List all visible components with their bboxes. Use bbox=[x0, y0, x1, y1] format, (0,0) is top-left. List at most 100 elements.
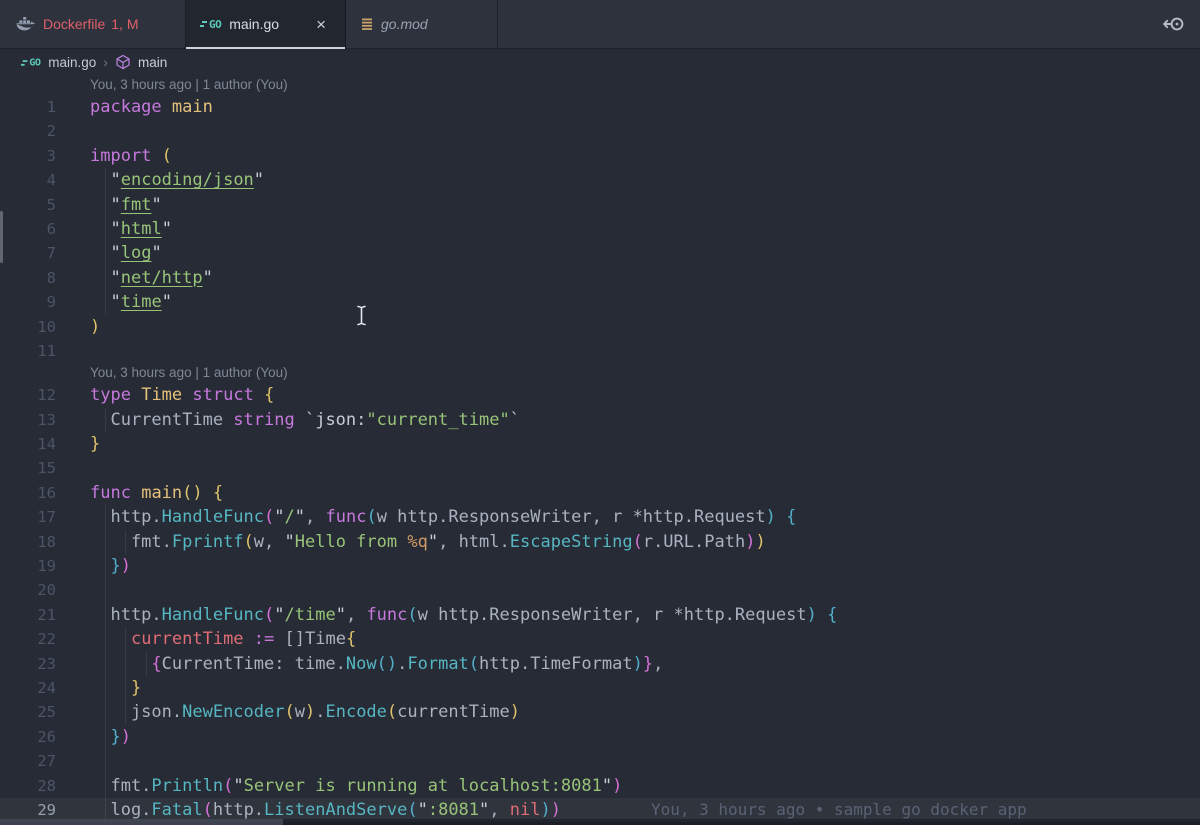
line-number[interactable]: 27 bbox=[0, 749, 72, 773]
code-line[interactable]: 28 fmt.Println("Server is running at loc… bbox=[0, 774, 1200, 798]
code-token: json. bbox=[90, 702, 182, 722]
code-token: func bbox=[366, 605, 407, 625]
line-number[interactable]: 13 bbox=[0, 408, 72, 432]
code-line[interactable]: 7 "log" bbox=[0, 241, 1200, 265]
code-line[interactable]: 14} bbox=[0, 432, 1200, 456]
code-line[interactable]: 2 bbox=[0, 119, 1200, 143]
line-number[interactable]: 22 bbox=[0, 627, 72, 651]
line-content: fmt.Fprintf(w, "Hello from %q", html.Esc… bbox=[72, 530, 1200, 554]
code-line[interactable]: 8 "net/http" bbox=[0, 266, 1200, 290]
code-line[interactable]: 23 {CurrentTime: time.Now().Format(http.… bbox=[0, 652, 1200, 676]
code-line[interactable]: 19 }) bbox=[0, 554, 1200, 578]
code-line[interactable]: 3import ( bbox=[0, 144, 1200, 168]
code-line[interactable]: 27 bbox=[0, 749, 1200, 773]
code-token: "current_time" bbox=[366, 410, 509, 430]
line-number[interactable]: 3 bbox=[0, 144, 72, 168]
blame-annotation[interactable]: You, 3 hours ago | 1 author (You) bbox=[0, 75, 1200, 95]
line-content: func main() { bbox=[72, 481, 1200, 505]
code-line[interactable]: 11 bbox=[0, 339, 1200, 363]
line-number[interactable]: 15 bbox=[0, 456, 72, 480]
code-token: " bbox=[274, 507, 284, 527]
code-line[interactable]: 10) bbox=[0, 315, 1200, 339]
code-line[interactable]: 5 "fmt" bbox=[0, 193, 1200, 217]
code-line[interactable]: 18 fmt.Fprintf(w, "Hello from %q", html.… bbox=[0, 530, 1200, 554]
code-token bbox=[90, 170, 110, 190]
line-number[interactable]: 10 bbox=[0, 315, 72, 339]
code-token: :8081 bbox=[428, 800, 479, 820]
line-number[interactable]: 18 bbox=[0, 530, 72, 554]
line-number[interactable]: 19 bbox=[0, 554, 72, 578]
line-content bbox=[72, 578, 1200, 602]
line-number[interactable]: 14 bbox=[0, 432, 72, 456]
line-number[interactable]: 26 bbox=[0, 725, 72, 749]
inline-blame: You, 3 hours ago • sample go docker app bbox=[651, 800, 1027, 819]
code-token: ( bbox=[182, 483, 192, 503]
horizontal-scrollbar[interactable] bbox=[0, 819, 1200, 825]
code-line[interactable]: 16func main() { bbox=[0, 481, 1200, 505]
line-number[interactable]: 2 bbox=[0, 119, 72, 143]
line-number[interactable]: 21 bbox=[0, 603, 72, 627]
code-token: ( bbox=[244, 532, 254, 552]
scrollbar-thumb[interactable] bbox=[0, 819, 283, 825]
line-number[interactable]: 5 bbox=[0, 193, 72, 217]
code-token: http. bbox=[213, 800, 264, 820]
line-number[interactable]: 25 bbox=[0, 700, 72, 724]
line-number[interactable]: 6 bbox=[0, 217, 72, 241]
code-line[interactable]: 22 currentTime := []Time{ bbox=[0, 627, 1200, 651]
breadcrumb-symbol[interactable]: main bbox=[138, 55, 167, 70]
code-line[interactable]: 15 bbox=[0, 456, 1200, 480]
code-token: , bbox=[346, 605, 366, 625]
close-icon[interactable]: × bbox=[313, 15, 329, 34]
tab-go-mod[interactable]: go.mod bbox=[346, 0, 498, 48]
line-number[interactable]: 12 bbox=[0, 383, 72, 407]
code-token: ) bbox=[387, 654, 397, 674]
code-line[interactable]: 1package main bbox=[0, 95, 1200, 119]
code-token: ) bbox=[766, 507, 776, 527]
code-line[interactable]: 9 "time" bbox=[0, 290, 1200, 314]
code-token: " bbox=[336, 605, 346, 625]
code-token: w, bbox=[254, 532, 285, 552]
tab-dockerfile[interactable]: Dockerfile 1, M bbox=[0, 0, 186, 48]
code-line[interactable]: 20 bbox=[0, 578, 1200, 602]
code-line[interactable]: 6 "html" bbox=[0, 217, 1200, 241]
blame-annotation[interactable]: You, 3 hours ago | 1 author (You) bbox=[0, 363, 1200, 383]
code-line[interactable]: 24 } bbox=[0, 676, 1200, 700]
code-line[interactable]: 13 CurrentTime string `json:"current_tim… bbox=[0, 408, 1200, 432]
code-token bbox=[90, 219, 110, 239]
line-number[interactable]: 1 bbox=[0, 95, 72, 119]
code-token: ( bbox=[366, 507, 376, 527]
code-line[interactable]: 12type Time struct { bbox=[0, 383, 1200, 407]
line-number[interactable]: 8 bbox=[0, 266, 72, 290]
code-line[interactable]: 4 "encoding/json" bbox=[0, 168, 1200, 192]
line-content bbox=[72, 119, 1200, 143]
editor-actions bbox=[1160, 0, 1200, 48]
code-token: " bbox=[203, 268, 213, 288]
line-number[interactable]: 17 bbox=[0, 505, 72, 529]
code-line[interactable]: 25 json.NewEncoder(w).Encode(currentTime… bbox=[0, 700, 1200, 724]
line-number[interactable]: 9 bbox=[0, 290, 72, 314]
line-number[interactable]: 28 bbox=[0, 774, 72, 798]
code-token: ( bbox=[264, 605, 274, 625]
line-number[interactable]: 20 bbox=[0, 578, 72, 602]
code-editor[interactable]: You, 3 hours ago | 1 author (You)1packag… bbox=[0, 75, 1200, 822]
tab-main-go[interactable]: GO main.go × bbox=[186, 0, 346, 48]
line-number[interactable]: 11 bbox=[0, 339, 72, 363]
line-number[interactable]: 16 bbox=[0, 481, 72, 505]
history-circle-icon[interactable] bbox=[1160, 15, 1186, 33]
line-number[interactable]: 7 bbox=[0, 241, 72, 265]
breadcrumb-file[interactable]: main.go bbox=[48, 55, 96, 70]
code-token: ) bbox=[90, 317, 100, 337]
code-token: " bbox=[233, 776, 243, 796]
code-line[interactable]: 21 http.HandleFunc("/time", func(w http.… bbox=[0, 603, 1200, 627]
code-line[interactable]: 26 }) bbox=[0, 725, 1200, 749]
code-line[interactable]: 17 http.HandleFunc("/", func(w http.Resp… bbox=[0, 505, 1200, 529]
line-content bbox=[72, 456, 1200, 480]
code-token: ) bbox=[510, 702, 520, 722]
line-content: import ( bbox=[72, 144, 1200, 168]
code-token: { bbox=[786, 507, 796, 527]
line-number[interactable]: 23 bbox=[0, 652, 72, 676]
code-token: ) bbox=[540, 800, 550, 820]
line-number[interactable]: 24 bbox=[0, 676, 72, 700]
line-number[interactable]: 4 bbox=[0, 168, 72, 192]
code-token: w bbox=[295, 702, 305, 722]
